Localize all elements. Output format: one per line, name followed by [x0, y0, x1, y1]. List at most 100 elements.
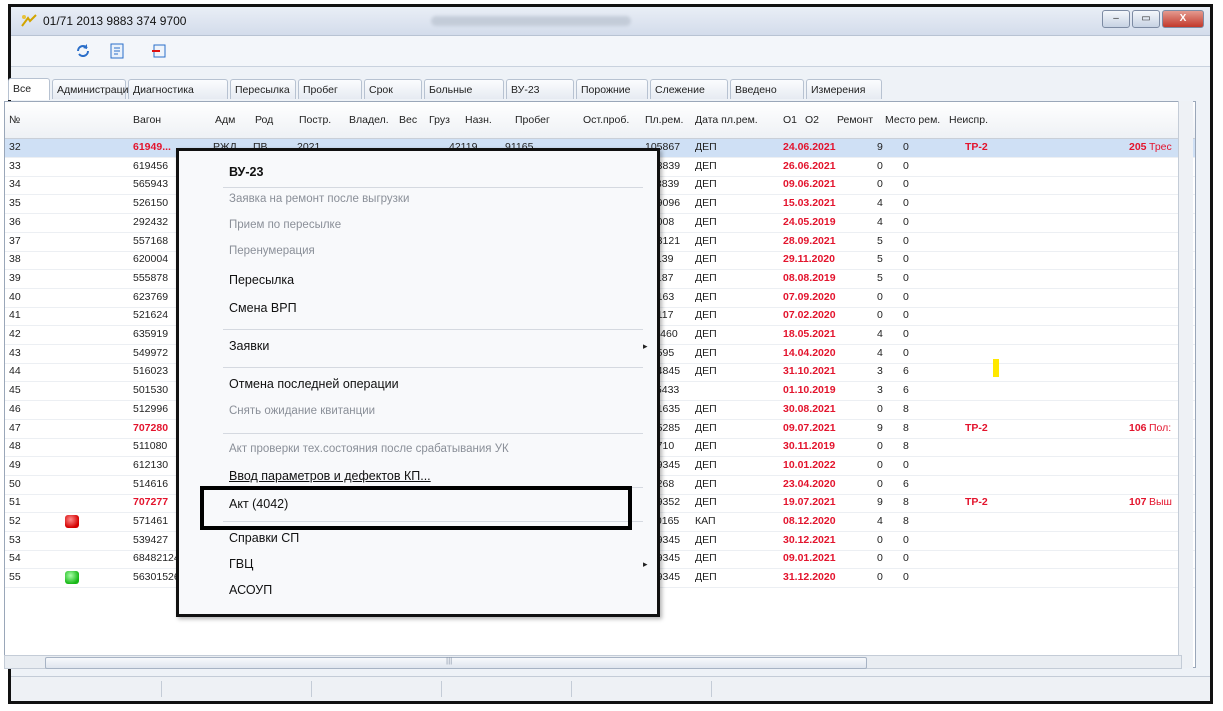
cell-o2: 0 — [903, 309, 909, 322]
cell-vagon: 571461 — [133, 515, 169, 527]
tab-8[interactable]: ВУ-23 — [506, 79, 574, 99]
cell-vagon: 707277 — [133, 496, 169, 509]
horizontal-scrollbar[interactable]: ||| — [4, 655, 1182, 669]
menu-item-5[interactable]: Пересылка — [229, 273, 294, 287]
column-header[interactable]: Владел. — [349, 114, 389, 126]
close-button[interactable]: X — [1162, 10, 1204, 28]
tab-1[interactable]: Все — [8, 78, 50, 100]
cell-n: 46 — [9, 402, 21, 415]
cell-date: 30.08.2021 — [783, 402, 836, 415]
tab-7[interactable]: Больные — [424, 79, 504, 99]
horizontal-scroll-thumb[interactable]: ||| — [45, 656, 867, 669]
column-header[interactable]: Постр. — [299, 114, 331, 126]
column-header[interactable]: Пробег — [515, 114, 550, 126]
title-bar[interactable]: 01/71 2013 9883 374 9700 – ▭ X — [11, 7, 1210, 36]
cell-o1: 0 — [877, 290, 883, 303]
cell-date: 14.04.2020 — [783, 346, 836, 359]
window-controls: – ▭ X — [1102, 10, 1204, 28]
column-header[interactable]: Назн. — [465, 114, 492, 126]
cell-o1: 9 — [877, 421, 883, 434]
cell-date: 01.10.2019 — [783, 384, 836, 397]
cell-o2: 0 — [903, 215, 909, 228]
column-header[interactable]: О2 — [805, 114, 819, 126]
column-header[interactable]: Ремонт — [837, 114, 873, 126]
cell-pl: ДЕП — [695, 365, 717, 378]
cell-o2: 6 — [903, 384, 909, 397]
cell-neispr_code: 107 — [1129, 496, 1147, 509]
minimize-button[interactable]: – — [1102, 10, 1130, 28]
cell-date: 30.11.2019 — [783, 440, 835, 453]
tab-5[interactable]: Пробег — [298, 79, 362, 99]
vertical-scrollbar[interactable] — [1178, 101, 1193, 668]
cell-o2: 0 — [903, 346, 909, 359]
column-header[interactable]: Род — [255, 114, 273, 126]
cell-date: 08.12.2020 — [783, 515, 836, 527]
cell-o1: 0 — [877, 178, 883, 191]
cell-o1: 0 — [877, 552, 883, 565]
cell-date: 08.08.2019 — [783, 271, 836, 284]
cell-date: 29.11.2020 — [783, 253, 835, 266]
column-header[interactable]: Пл.рем. — [645, 114, 683, 126]
cell-pl: ДЕП — [695, 253, 717, 266]
column-header[interactable]: Место рем. — [885, 114, 940, 126]
column-header[interactable]: Дата пл.рем. — [695, 114, 758, 126]
cell-n: 50 — [9, 477, 21, 490]
tab-10[interactable]: Слежение — [650, 79, 728, 99]
cell-pl: ДЕП — [695, 159, 717, 172]
cell-o2: 8 — [903, 515, 909, 527]
column-header[interactable]: О1 — [783, 114, 797, 126]
tab-6[interactable]: Срок — [364, 79, 422, 99]
cell-neispr_text: Выш — [1149, 496, 1172, 509]
column-header[interactable]: Адм — [215, 114, 235, 126]
cell-pl: ДЕП — [695, 234, 717, 247]
column-header[interactable]: Груз — [429, 114, 450, 126]
menu-separator — [223, 329, 643, 330]
cell-vagon: 619456 — [133, 159, 169, 172]
menu-item-7[interactable]: Заявки — [229, 339, 269, 353]
tab-4[interactable]: Пересылка — [230, 79, 296, 99]
cell-o2: 0 — [903, 197, 909, 210]
tab-12[interactable]: Измерения — [806, 79, 882, 99]
column-header[interactable]: № — [9, 114, 20, 126]
column-header[interactable]: Неиспр. — [949, 114, 988, 126]
cell-o2: 0 — [903, 533, 909, 546]
maximize-button[interactable]: ▭ — [1132, 10, 1160, 28]
menu-item-14[interactable]: ГВЦ — [229, 557, 253, 571]
menu-item-6[interactable]: Смена ВРП — [229, 301, 297, 315]
cell-o1: 4 — [877, 328, 883, 340]
cell-n: 33 — [9, 159, 21, 172]
column-header[interactable]: Вагон — [133, 114, 161, 126]
cell-pl: ДЕП — [695, 215, 717, 228]
cell-pl: ДЕП — [695, 271, 717, 284]
menu-item-15[interactable]: АСОУП — [229, 583, 272, 597]
menu-item-11[interactable]: Ввод параметров и дефектов КП... — [229, 469, 431, 483]
column-header[interactable]: Ост.проб. — [583, 114, 629, 126]
tab-9[interactable]: Порожние — [576, 79, 648, 99]
tab-3[interactable]: Диагностика — [128, 79, 228, 99]
cell-vagon: 612130 — [133, 458, 169, 471]
menu-item-4: Перенумерация — [229, 245, 315, 257]
cell-o2: 8 — [903, 421, 909, 434]
menu-separator — [223, 367, 643, 368]
cell-o1: 4 — [877, 215, 883, 228]
cell-date: 07.09.2020 — [783, 290, 836, 303]
cell-pl: ДЕП — [695, 290, 717, 303]
submenu-arrow-icon: ▸ — [643, 341, 648, 351]
cell-neispr_text: Трес — [1149, 141, 1172, 153]
tab-11[interactable]: Введено — [730, 79, 804, 99]
cell-n: 52 — [9, 515, 21, 527]
menu-item-13[interactable]: Справки СП — [229, 531, 299, 545]
cell-o2: 0 — [903, 290, 909, 303]
cell-n: 40 — [9, 290, 21, 303]
cell-n: 42 — [9, 328, 21, 340]
menu-item-8[interactable]: Отмена последней операции — [229, 377, 399, 391]
table-header: № Вагон Адм Род Постр. Владел. Вес Груз Назн. Про… — [5, 102, 1195, 139]
cell-vagon: 521624 — [133, 309, 169, 322]
tab-2[interactable]: Администрация — [52, 79, 134, 99]
cell-o2: 6 — [903, 477, 909, 490]
cell-vagon: 511080 — [133, 440, 168, 453]
column-header[interactable]: Вес — [399, 114, 417, 126]
cell-n: 48 — [9, 440, 21, 453]
cell-neispr_text: Пол: — [1149, 421, 1172, 434]
menu-item-1[interactable]: ВУ-23 — [229, 165, 263, 179]
